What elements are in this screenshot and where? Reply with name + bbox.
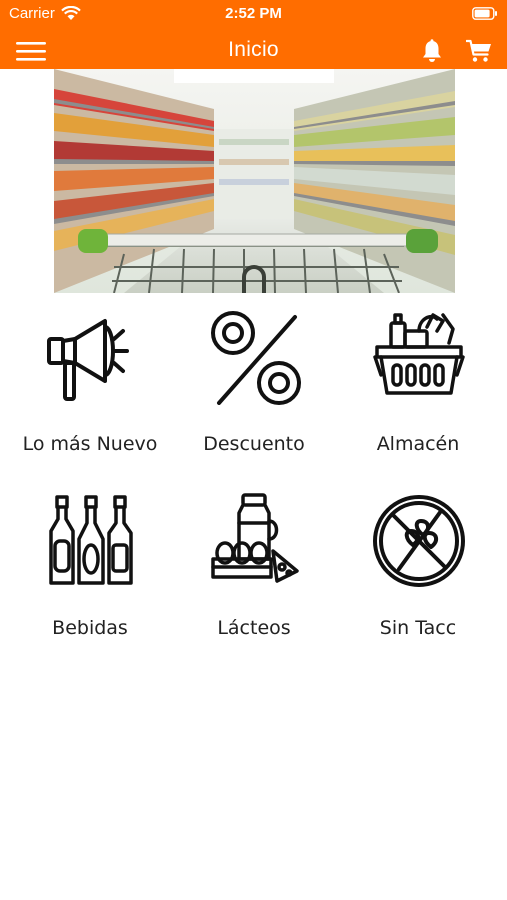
nav-bar: Inicio <box>0 34 507 68</box>
gluten-free-icon <box>373 495 465 587</box>
notification-bell-icon[interactable] <box>421 39 443 63</box>
category-label: Descuento <box>203 433 305 455</box>
category-lacteos[interactable]: Lácteos <box>169 487 339 657</box>
category-label: Sin Tacc <box>379 617 457 639</box>
category-almacen[interactable]: Almacén <box>333 303 503 473</box>
status-bar: Carrier 2:52 PM <box>0 0 507 28</box>
category-label: Bebidas <box>52 617 128 639</box>
category-lo-mas-nuevo[interactable]: Lo más Nuevo <box>5 303 175 473</box>
status-time: 2:52 PM <box>225 5 282 22</box>
supermarket-banner-image <box>54 69 455 293</box>
category-descuento[interactable]: Descuento <box>169 303 339 473</box>
grocery-basket-icon <box>373 313 465 395</box>
battery-icon <box>472 7 497 20</box>
bottles-icon <box>49 495 133 585</box>
category-label: Almacén <box>376 433 460 455</box>
category-bebidas[interactable]: Bebidas <box>5 487 175 657</box>
shopping-cart-icon[interactable] <box>466 39 492 63</box>
percent-icon <box>211 311 301 405</box>
category-sin-tacc[interactable]: Sin Tacc <box>333 487 503 657</box>
dairy-icon <box>211 493 299 583</box>
category-label: Lo más Nuevo <box>22 433 158 455</box>
category-label: Lácteos <box>217 617 291 639</box>
megaphone-icon <box>47 319 129 401</box>
app-header: Carrier 2:52 PM Inicio <box>0 0 507 69</box>
